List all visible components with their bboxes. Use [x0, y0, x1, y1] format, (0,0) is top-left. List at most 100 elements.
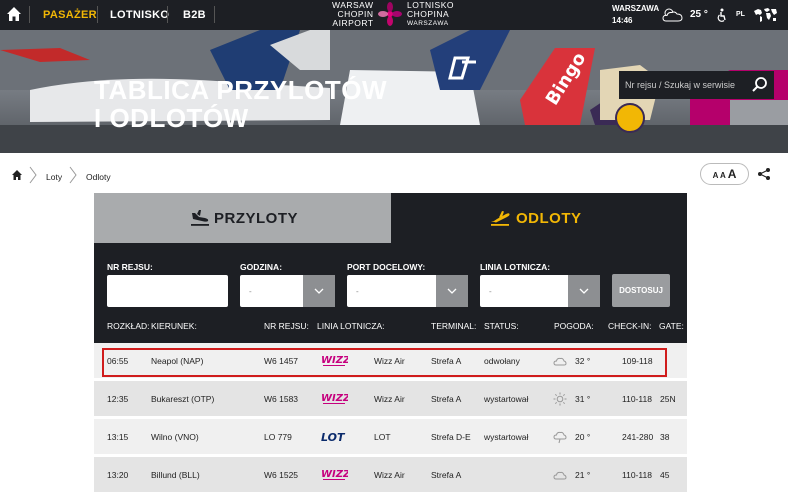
departure-time: 06:55 — [107, 356, 129, 366]
status: odwołany — [484, 356, 520, 366]
world-map-icon[interactable] — [752, 6, 778, 24]
departure-time: 13:15 — [107, 432, 129, 442]
svg-text:WIZZ: WIZZ — [321, 469, 348, 480]
flight-number-input[interactable] — [107, 275, 228, 307]
column-header: POGODA: — [554, 321, 594, 331]
destination-select[interactable]: - — [347, 275, 468, 307]
airline: Wizz Air — [374, 470, 405, 480]
search-icon[interactable] — [746, 71, 774, 99]
breadcrumb-home-icon[interactable] — [11, 169, 23, 181]
page-title: TABLICA PRZYLOTÓW I ODLOTÓW — [94, 75, 388, 133]
filter-panel: NR REJSU: GODZINA: - PORT DOCELOWY: - LI… — [94, 243, 687, 343]
font-size-toggle[interactable]: A A A — [700, 163, 749, 185]
hour-select[interactable]: - — [240, 275, 335, 307]
column-header: GATE: — [659, 321, 684, 331]
column-header: CHECK-IN: — [608, 321, 652, 331]
status: wystartował — [484, 394, 529, 404]
partly-cloudy-icon — [662, 8, 683, 22]
terminal: Strefa A — [431, 356, 462, 366]
flight-row[interactable]: 12:35 Bukareszt (OTP) W6 1583 WIZZ Wizz … — [94, 381, 687, 418]
flight-number: W6 1525 — [264, 470, 299, 480]
column-header: TERMINAL: — [431, 321, 477, 331]
airline-select[interactable]: - — [480, 275, 600, 307]
temperature: 31 ° — [575, 394, 591, 404]
flight-number-label: NR REJSU: — [107, 262, 153, 272]
plane-takeoff-icon — [491, 211, 510, 226]
flight-number: LO 779 — [264, 432, 292, 442]
checkin: 109-118 — [622, 356, 653, 366]
airport-logo-icon[interactable] — [378, 2, 402, 26]
destination: Wilno (VNO) — [151, 432, 199, 442]
destination: Neapol (NAP) — [151, 356, 204, 366]
temperature: 32 ° — [575, 356, 591, 366]
cloud-icon — [553, 357, 567, 366]
column-header: NR REJSU: — [264, 321, 309, 331]
departure-time: 13:20 — [107, 470, 129, 480]
column-header: LINIA LOTNICZA: — [317, 321, 385, 331]
destination: Bukareszt (OTP) — [151, 394, 215, 404]
checkin: 241-280 — [622, 432, 654, 442]
site-search — [619, 71, 774, 99]
airline: LOT — [374, 432, 391, 442]
temperature: 21 ° — [575, 470, 591, 480]
airline: Wizz Air — [374, 356, 405, 366]
airport-logo-text-pl[interactable]: LOTNISKO CHOPINA WARSZAWA — [407, 1, 454, 28]
share-icon[interactable] — [757, 167, 771, 181]
terminal: Strefa D-E — [431, 432, 471, 442]
lot-logo-icon: LOT — [321, 431, 346, 444]
column-header: KIERUNEK: — [151, 321, 197, 331]
current-time: 14:46 — [612, 16, 633, 25]
chevron-down-icon — [303, 275, 335, 307]
plane-landing-icon — [191, 210, 209, 226]
svg-text:WIZZ: WIZZ — [321, 393, 348, 404]
terminal: Strefa A — [431, 394, 462, 404]
breadcrumb: Loty Odloty — [0, 160, 788, 190]
checkin: 110-118 — [622, 394, 652, 404]
flight-row[interactable]: 13:15 Wilno (VNO) LO 779 LOT LOT Strefa … — [94, 419, 687, 456]
column-header: ROZKŁAD: — [107, 321, 150, 331]
weather-city: WARSZAWA — [612, 4, 660, 13]
airport-logo-text[interactable]: WARSAW CHOPIN AIRPORT — [332, 1, 374, 28]
departure-time: 12:35 — [107, 394, 129, 404]
chevron-right-icon — [69, 166, 77, 184]
sun-icon — [553, 392, 567, 406]
terminal: Strefa A — [431, 470, 462, 480]
gate: 45 — [660, 470, 670, 480]
home-icon[interactable] — [6, 6, 22, 22]
breadcrumb-flights[interactable]: Loty — [46, 172, 62, 182]
destination-label: PORT DOCELOWY: — [347, 262, 426, 272]
nav-airport[interactable]: LOTNISKO — [110, 9, 169, 21]
column-header: STATUS: — [484, 321, 519, 331]
flight-number: W6 1583 — [264, 394, 299, 404]
status: wystartował — [484, 432, 529, 442]
breadcrumb-departures: Odloty — [86, 172, 111, 182]
chevron-right-icon — [29, 166, 37, 184]
flight-row[interactable]: 13:20 Billund (BLL) W6 1525 WIZZ Wizz Ai… — [94, 457, 687, 494]
cloud-icon — [553, 471, 567, 480]
svg-text:WIZZ: WIZZ — [321, 355, 348, 366]
checkin: 110-118 — [622, 470, 652, 480]
flight-number: W6 1457 — [264, 356, 299, 366]
airline: Wizz Air — [374, 394, 405, 404]
chevron-down-icon — [568, 275, 600, 307]
adjust-button[interactable]: DOSTOSUJ — [612, 274, 670, 307]
accessibility-icon[interactable] — [716, 8, 728, 22]
flight-row[interactable]: 06:55 Neapol (NAP) W6 1457 WIZZ Wizz Air… — [94, 343, 687, 380]
search-input[interactable] — [619, 71, 744, 99]
temperature: 20 ° — [575, 432, 591, 442]
hour-label: GODZINA: — [240, 262, 283, 272]
gate: 25N — [660, 394, 676, 404]
flight-tabs: PRZYLOTY ODLOTY — [94, 193, 687, 243]
wizz-air-logo-icon: WIZZ — [321, 469, 348, 480]
nav-b2b[interactable]: B2B — [183, 9, 206, 21]
chevron-down-icon — [436, 275, 468, 307]
language-switch[interactable]: PL — [736, 11, 745, 18]
rain-icon — [553, 431, 567, 444]
top-bar: PASAŻER LOTNISKO B2B WARSAW CHOPIN AIRPO… — [0, 0, 788, 30]
wizz-air-logo-icon: WIZZ — [321, 393, 348, 404]
tab-departures[interactable]: ODLOTY — [391, 193, 687, 243]
gate: 38 — [660, 432, 670, 442]
weather-temperature: 25 ° — [690, 9, 708, 20]
tab-arrivals[interactable]: PRZYLOTY — [94, 193, 391, 243]
nav-passenger[interactable]: PASAŻER — [43, 9, 97, 21]
